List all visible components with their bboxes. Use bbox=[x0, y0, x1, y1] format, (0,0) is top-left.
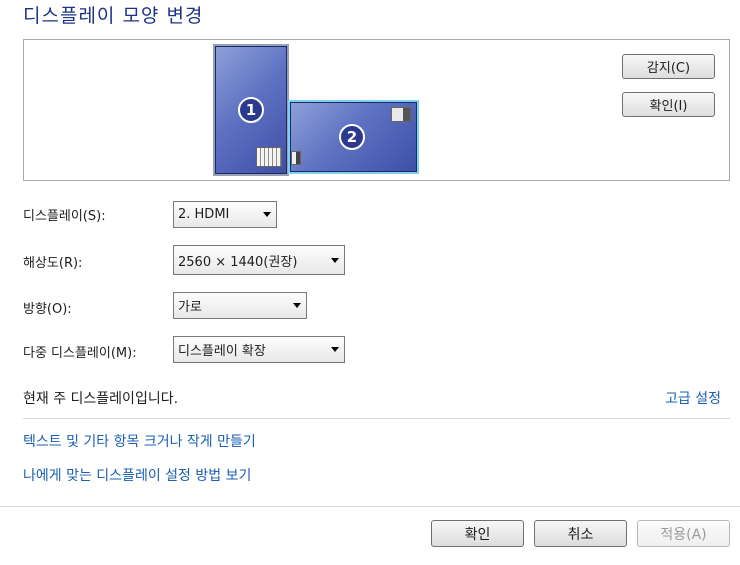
resolution-label: 해상도(R): bbox=[23, 256, 83, 271]
detect-button[interactable]: 감지(C) bbox=[622, 54, 715, 79]
monitor-2[interactable]: 2 bbox=[288, 100, 419, 174]
monitor-1[interactable]: 1 bbox=[215, 46, 287, 174]
chevron-down-icon bbox=[326, 347, 344, 352]
cancel-button[interactable]: 취소 bbox=[534, 520, 627, 547]
multiple-displays-select-value: 디스플레이 확장 bbox=[178, 344, 266, 359]
chevron-down-icon bbox=[288, 303, 306, 308]
resolution-select[interactable]: 2560 × 1440(권장) bbox=[173, 245, 345, 275]
advanced-settings-link[interactable]: 고급 설정 bbox=[665, 388, 721, 408]
orientation-select-value: 가로 bbox=[178, 300, 202, 315]
apply-button[interactable]: 적용(A) bbox=[637, 520, 730, 547]
orientation-select[interactable]: 가로 bbox=[173, 292, 307, 319]
multiple-displays-select[interactable]: 디스플레이 확장 bbox=[173, 336, 345, 363]
display-select[interactable]: 2. HDMI bbox=[173, 201, 277, 228]
footer-divider bbox=[0, 506, 740, 507]
resolution-select-value: 2560 × 1440(권장) bbox=[178, 254, 298, 270]
chevron-down-icon bbox=[258, 212, 276, 217]
divider bbox=[23, 418, 730, 419]
ok-button[interactable]: 확인 bbox=[431, 520, 524, 547]
monitor-1-thumbnail-icon bbox=[256, 147, 282, 167]
monitor-2-thumbnail-icon bbox=[391, 107, 411, 122]
identify-button[interactable]: 확인(I) bbox=[622, 92, 715, 117]
text-size-link[interactable]: 텍스트 및 기타 항목 크거나 작게 만들기 bbox=[23, 431, 256, 451]
orientation-label: 방향(O): bbox=[23, 302, 72, 317]
multiple-displays-label: 다중 디스플레이(M): bbox=[23, 346, 137, 361]
display-label: 디스플레이(S): bbox=[23, 209, 106, 224]
monitor-2-edge-icon bbox=[291, 151, 301, 165]
display-help-link[interactable]: 나에게 맞는 디스플레이 설정 방법 보기 bbox=[23, 465, 251, 485]
chevron-down-icon bbox=[326, 258, 344, 263]
display-arrangement-area: 1 2 감지(C) 확인(I) bbox=[23, 39, 730, 181]
monitor-2-number-badge: 2 bbox=[339, 124, 365, 150]
monitor-1-number-badge: 1 bbox=[238, 97, 264, 123]
main-display-status: 현재 주 디스플레이입니다. bbox=[23, 391, 179, 407]
display-select-value: 2. HDMI bbox=[178, 207, 230, 222]
page-title: 디스플레이 모양 변경 bbox=[23, 5, 204, 27]
